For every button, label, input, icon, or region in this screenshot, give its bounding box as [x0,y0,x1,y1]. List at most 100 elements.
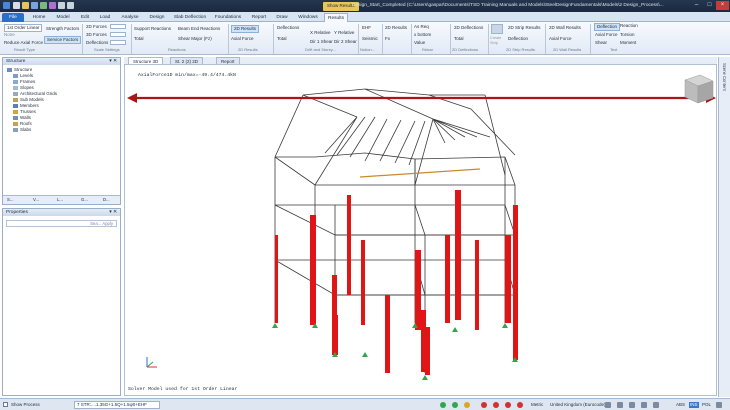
beam-end-reactions-button[interactable]: Beam End Reactions [178,26,220,32]
tab-windows[interactable]: Windows [295,13,321,22]
ehf-button[interactable]: EHF [362,25,371,31]
tab-edit[interactable]: Edit [76,13,94,22]
pane-tab[interactable]: V... [33,197,39,202]
torsion-toggle[interactable]: Torsion [620,32,635,38]
none-label[interactable]: None [4,32,15,38]
save-icon[interactable] [31,2,38,9]
print-icon[interactable] [58,2,65,9]
tab-load[interactable]: Load [96,13,114,22]
scale-input[interactable] [110,40,126,45]
expand-icon[interactable] [716,402,722,408]
tab-structure-3d[interactable]: Structure 3D [128,57,164,64]
new-icon[interactable] [13,2,20,9]
ins-badge[interactable]: INS [689,402,699,408]
fx-select[interactable]: Fx [385,36,390,42]
tab-draw[interactable]: Draw [272,13,292,22]
create-strip-icon[interactable] [491,24,503,34]
tab-design[interactable]: Design [146,13,168,22]
status-ok-icon[interactable] [452,402,458,408]
scale-input[interactable] [110,24,126,29]
axial-force-toggle[interactable]: Axial Force [595,32,618,38]
status-ok-icon[interactable] [440,402,446,408]
strength-factors-button[interactable]: Strength Factors [46,26,79,32]
app-icon[interactable] [3,2,10,9]
tab-report[interactable]: Report [216,57,240,64]
tab-foundations[interactable]: Foundations [211,13,245,22]
total-select[interactable]: Total [454,36,464,42]
customize-icon[interactable] [67,2,74,9]
dir1-shear-button[interactable]: Dir 1 Shear [310,39,333,45]
snap-icon[interactable] [617,402,623,408]
2d-wall-results-button[interactable]: 2D Wall Results [549,25,581,31]
2d-strip-results-button[interactable]: 2D Strip Results [508,25,541,31]
settings-icon[interactable] [653,402,659,408]
as-req-select[interactable]: As Req [414,24,429,30]
deflection-select[interactable]: Deflection [508,36,528,42]
scene-content-strip[interactable]: Scene Content [718,57,730,397]
view-cube[interactable] [684,74,714,104]
status-error-icon[interactable] [505,402,511,408]
pane-tab[interactable]: D... [103,197,110,202]
shear-toggle[interactable]: Shear [595,40,607,46]
2d-deflections-button[interactable]: 2D Deflections [454,25,483,31]
lock-icon[interactable] [641,402,647,408]
pane-tab[interactable]: S... [7,197,13,202]
pin-icon[interactable]: ▾ ✕ [109,209,117,216]
minimize-icon[interactable]: – [690,1,703,10]
shear-major-select[interactable]: Shear Major (Fz) [178,36,212,42]
reaction-toggle[interactable]: Reaction [620,23,638,29]
3d-forces-button[interactable]: 3D Forces [86,32,107,38]
tab-analyse[interactable]: Analyse [117,13,143,22]
2d-results-button[interactable]: 2D Results [231,25,260,33]
status-error-icon[interactable] [493,402,499,408]
axial-force-select[interactable]: Axial Force [231,36,254,42]
deflections-button[interactable]: Deflections [277,25,299,31]
close-icon[interactable]: × [716,1,729,10]
3d-viewport[interactable]: AxialForce1D min/max=-49.4/474.4kN Solve… [124,64,717,396]
status-error-icon[interactable] [481,402,487,408]
support-reactions-button[interactable]: Support Reactions [134,26,171,32]
total-select[interactable]: Total [134,36,144,42]
pin-icon[interactable]: ▾ ✕ [109,58,117,65]
seismic-button[interactable]: Seismic [362,36,378,42]
pol-badge[interactable]: POL [702,402,711,408]
x-relative-button[interactable]: X Relative [310,30,331,36]
deflection-toggle[interactable]: Deflection [594,23,621,31]
tab-file[interactable]: File [2,13,24,22]
show-process-label[interactable]: Show Process [11,402,40,408]
redo-icon[interactable] [49,2,56,9]
status-warning-icon[interactable] [464,402,470,408]
properties-search[interactable]: Sea... Apply [6,220,117,227]
grid-icon[interactable] [605,402,611,408]
undo-icon[interactable] [40,2,47,9]
open-icon[interactable] [22,2,29,9]
x-bottom-select[interactable]: x bottom [414,32,431,38]
scale-input[interactable] [110,32,126,37]
pane-tab[interactable]: G... [81,197,88,202]
tab-slab-deflection[interactable]: Slab Deflection [171,13,209,22]
tree-item[interactable]: Slabs [13,127,31,133]
abs-badge[interactable]: ABS [676,402,685,408]
tab-report[interactable]: Report [248,13,270,22]
status-error-icon[interactable] [517,402,523,408]
2d-forces-button[interactable]: 2D Forces [86,24,107,30]
tab-st-2d[interactable]: St. 2 (2) 2D [170,57,204,64]
combination-select[interactable]: 7 STR:....1.35G+1.5Q+1.5ψ0+EHF [74,401,160,409]
service-factors-button[interactable]: Service Factors [44,36,82,44]
y-relative-button[interactable]: Y Relative [334,30,354,36]
ortho-icon[interactable] [629,402,635,408]
region-label[interactable]: United Kingdom (Eurocode) [550,402,606,408]
show-process-checkbox[interactable] [3,402,8,407]
moment-toggle[interactable]: Moment [620,40,636,46]
2d-results-button[interactable]: 2D Results [385,25,407,31]
maximize-icon[interactable]: □ [703,1,716,10]
pane-tab[interactable]: L... [57,197,63,202]
structure-model[interactable] [125,65,718,397]
loadcase-select[interactable]: 1st Order Linear [4,24,42,32]
create-strip-button[interactable]: Create Strip [490,36,506,46]
total-select[interactable]: Total [277,36,287,42]
axial-force-select[interactable]: Axial Force [549,36,572,42]
units-label[interactable]: Metric [531,402,543,408]
tab-results[interactable]: Results [324,13,348,22]
deflections-button[interactable]: Deflections [86,40,108,46]
